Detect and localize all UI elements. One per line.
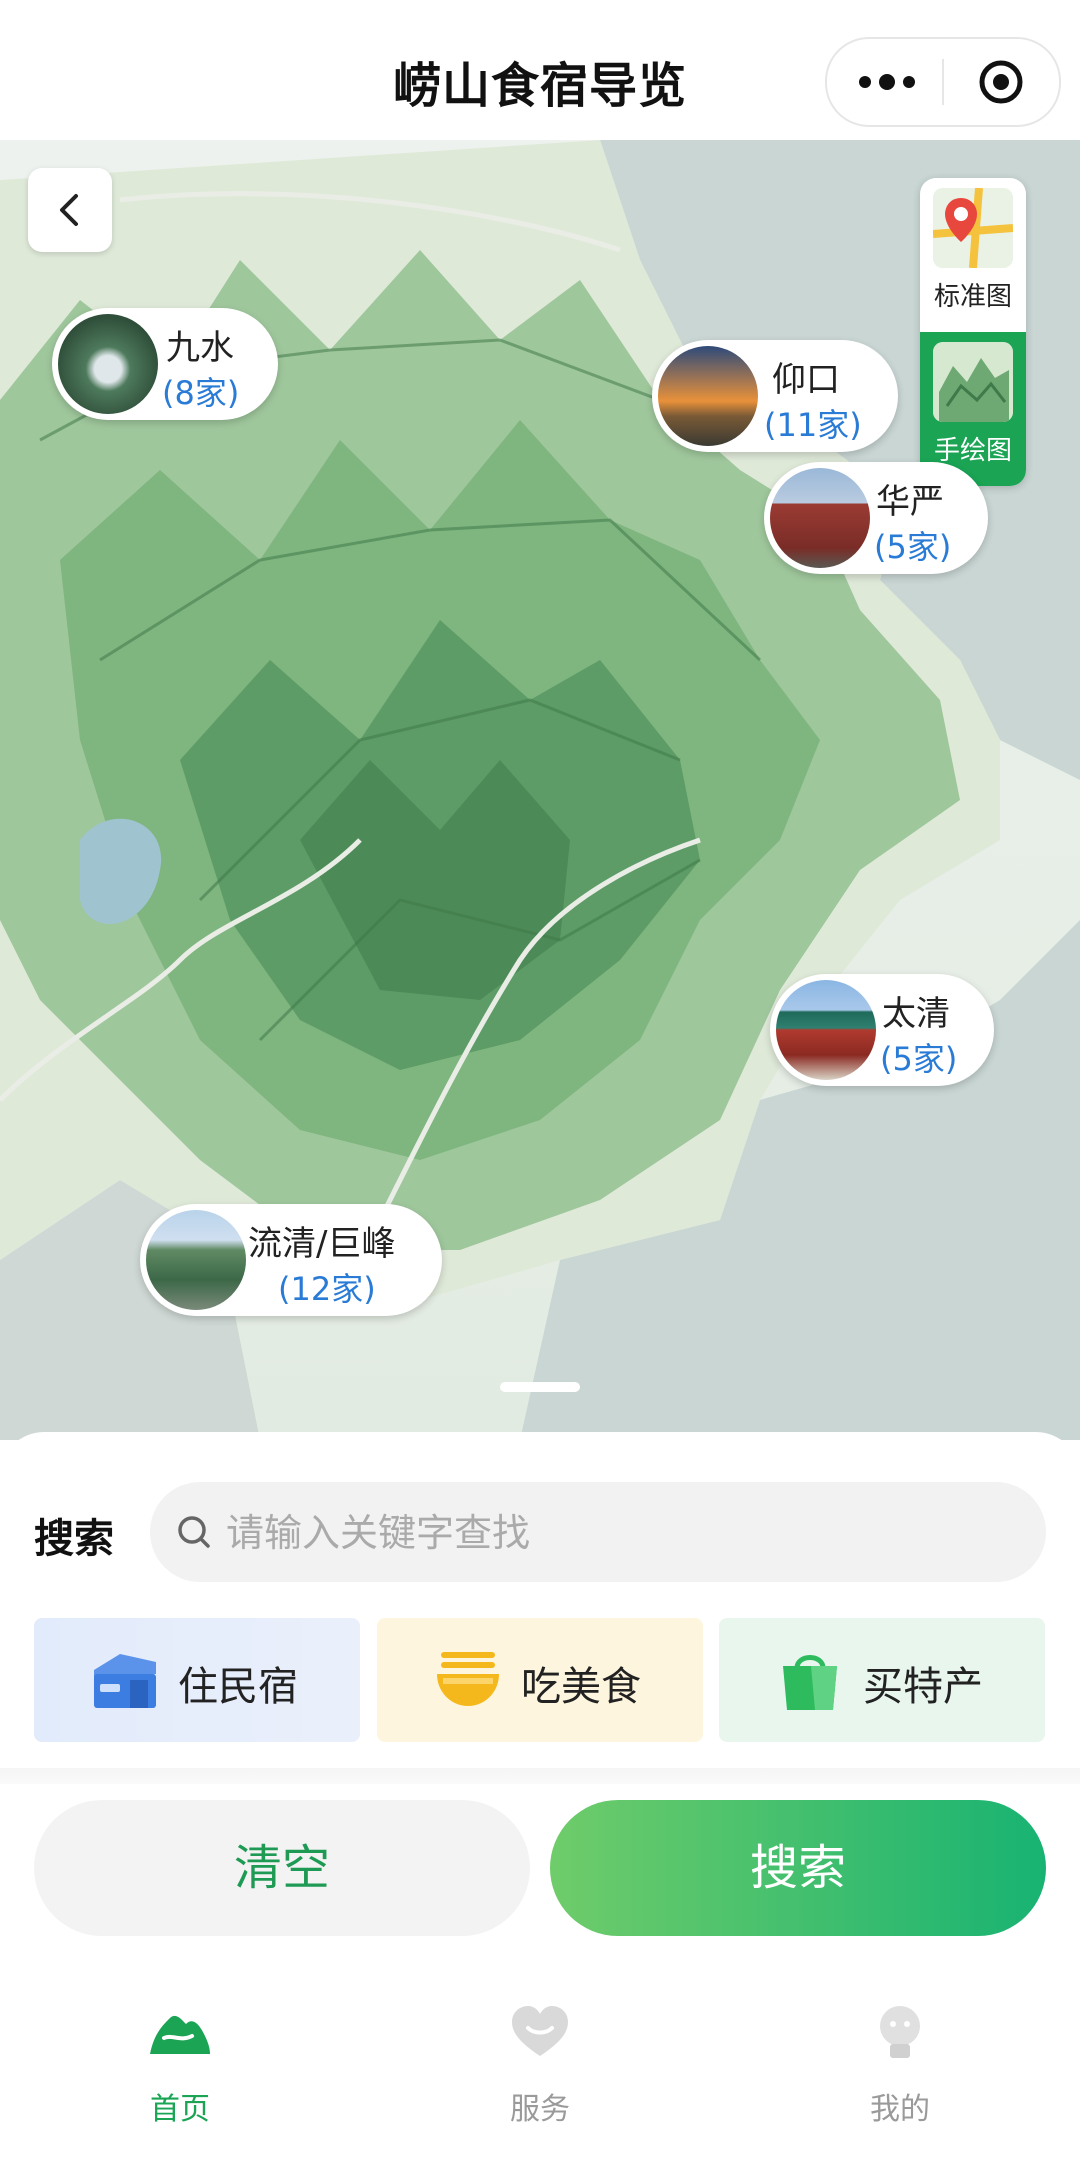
heart-icon — [512, 2006, 568, 2056]
section-divider — [0, 1768, 1080, 1784]
poi-name: 流清/巨峰 — [248, 1224, 396, 1264]
poi-liuqing-jufeng[interactable]: 流清/巨峰 (12家) — [140, 1204, 442, 1316]
poi-photo-waterfall — [58, 314, 158, 414]
map-toggle-label: 标准图 — [933, 282, 1012, 312]
tab-mine[interactable]: 我的 — [810, 2004, 990, 2144]
poi-count: (5家) — [874, 528, 952, 566]
tab-service[interactable]: 服务 — [450, 2004, 630, 2144]
map-toggle-standard[interactable]: 标准图 — [920, 178, 1026, 332]
capsule-divider — [942, 59, 944, 105]
poi-count: (11家) — [764, 406, 862, 444]
category-specialty[interactable]: 买特产 — [719, 1618, 1045, 1742]
category-food[interactable]: 吃美食 — [377, 1618, 703, 1742]
tab-label: 我的 — [870, 2092, 930, 2127]
poi-count: (5家) — [880, 1040, 958, 1078]
poi-taiqing[interactable]: 太清 (5家) — [770, 974, 994, 1086]
search-icon — [178, 1516, 210, 1548]
poi-name: 九水 — [166, 328, 234, 368]
search-bar[interactable] — [150, 1482, 1046, 1582]
mountain-icon — [150, 2015, 210, 2054]
sheet-drag-handle[interactable] — [500, 1382, 580, 1392]
poi-name: 华严 — [876, 482, 944, 522]
poi-jiushui[interactable]: 九水 (8家) — [52, 308, 278, 420]
tab-label: 服务 — [510, 2092, 570, 2127]
search-input[interactable] — [224, 1500, 1008, 1566]
map-style-switch: 标准图 手绘图 — [920, 178, 1026, 486]
search-label: 搜索 — [34, 1516, 114, 1562]
standard-map-icon — [933, 188, 1013, 268]
poi-photo-temple — [770, 468, 870, 568]
user-icon — [880, 2006, 920, 2058]
hand-drawn-map[interactable]: 标准图 手绘图 九水 (8家) 仰口 (11家) 华严 (5家) 太清 (5家)… — [0, 140, 1080, 1440]
house-icon — [94, 1654, 156, 1708]
shopping-bag-icon — [783, 1655, 837, 1710]
bottom-tab-bar: 首页 服务 我的 — [0, 1984, 1080, 2158]
poi-count: (8家) — [162, 374, 240, 412]
poi-huayan[interactable]: 华严 (5家) — [764, 462, 988, 574]
chevron-left-icon — [60, 194, 78, 226]
back-button[interactable] — [28, 168, 112, 252]
handdrawn-map-icon — [933, 342, 1013, 422]
search-button[interactable]: 搜索 — [550, 1800, 1046, 1936]
tab-label: 首页 — [150, 2092, 210, 2127]
close-target-icon[interactable] — [978, 59, 1024, 105]
clear-button[interactable]: 清空 — [34, 1800, 530, 1936]
category-homestay[interactable]: 住民宿 — [34, 1618, 360, 1742]
poi-photo-mountain — [146, 1210, 246, 1310]
poi-photo-gate — [776, 980, 876, 1080]
poi-name: 太清 — [882, 994, 950, 1034]
food-bowl-icon — [437, 1652, 499, 1706]
category-label: 住民宿 — [178, 1664, 298, 1710]
tab-home[interactable]: 首页 — [90, 2004, 270, 2144]
poi-yangkou[interactable]: 仰口 (11家) — [652, 340, 898, 452]
nav-bar: 崂山食宿导览 — [0, 0, 1080, 140]
poi-name: 仰口 — [772, 360, 840, 400]
category-label: 买特产 — [863, 1664, 983, 1710]
poi-photo-sunrise — [658, 346, 758, 446]
poi-count: (12家) — [278, 1270, 376, 1308]
miniprogram-capsule — [825, 37, 1061, 127]
more-icon[interactable] — [857, 71, 917, 93]
category-label: 吃美食 — [521, 1664, 641, 1710]
